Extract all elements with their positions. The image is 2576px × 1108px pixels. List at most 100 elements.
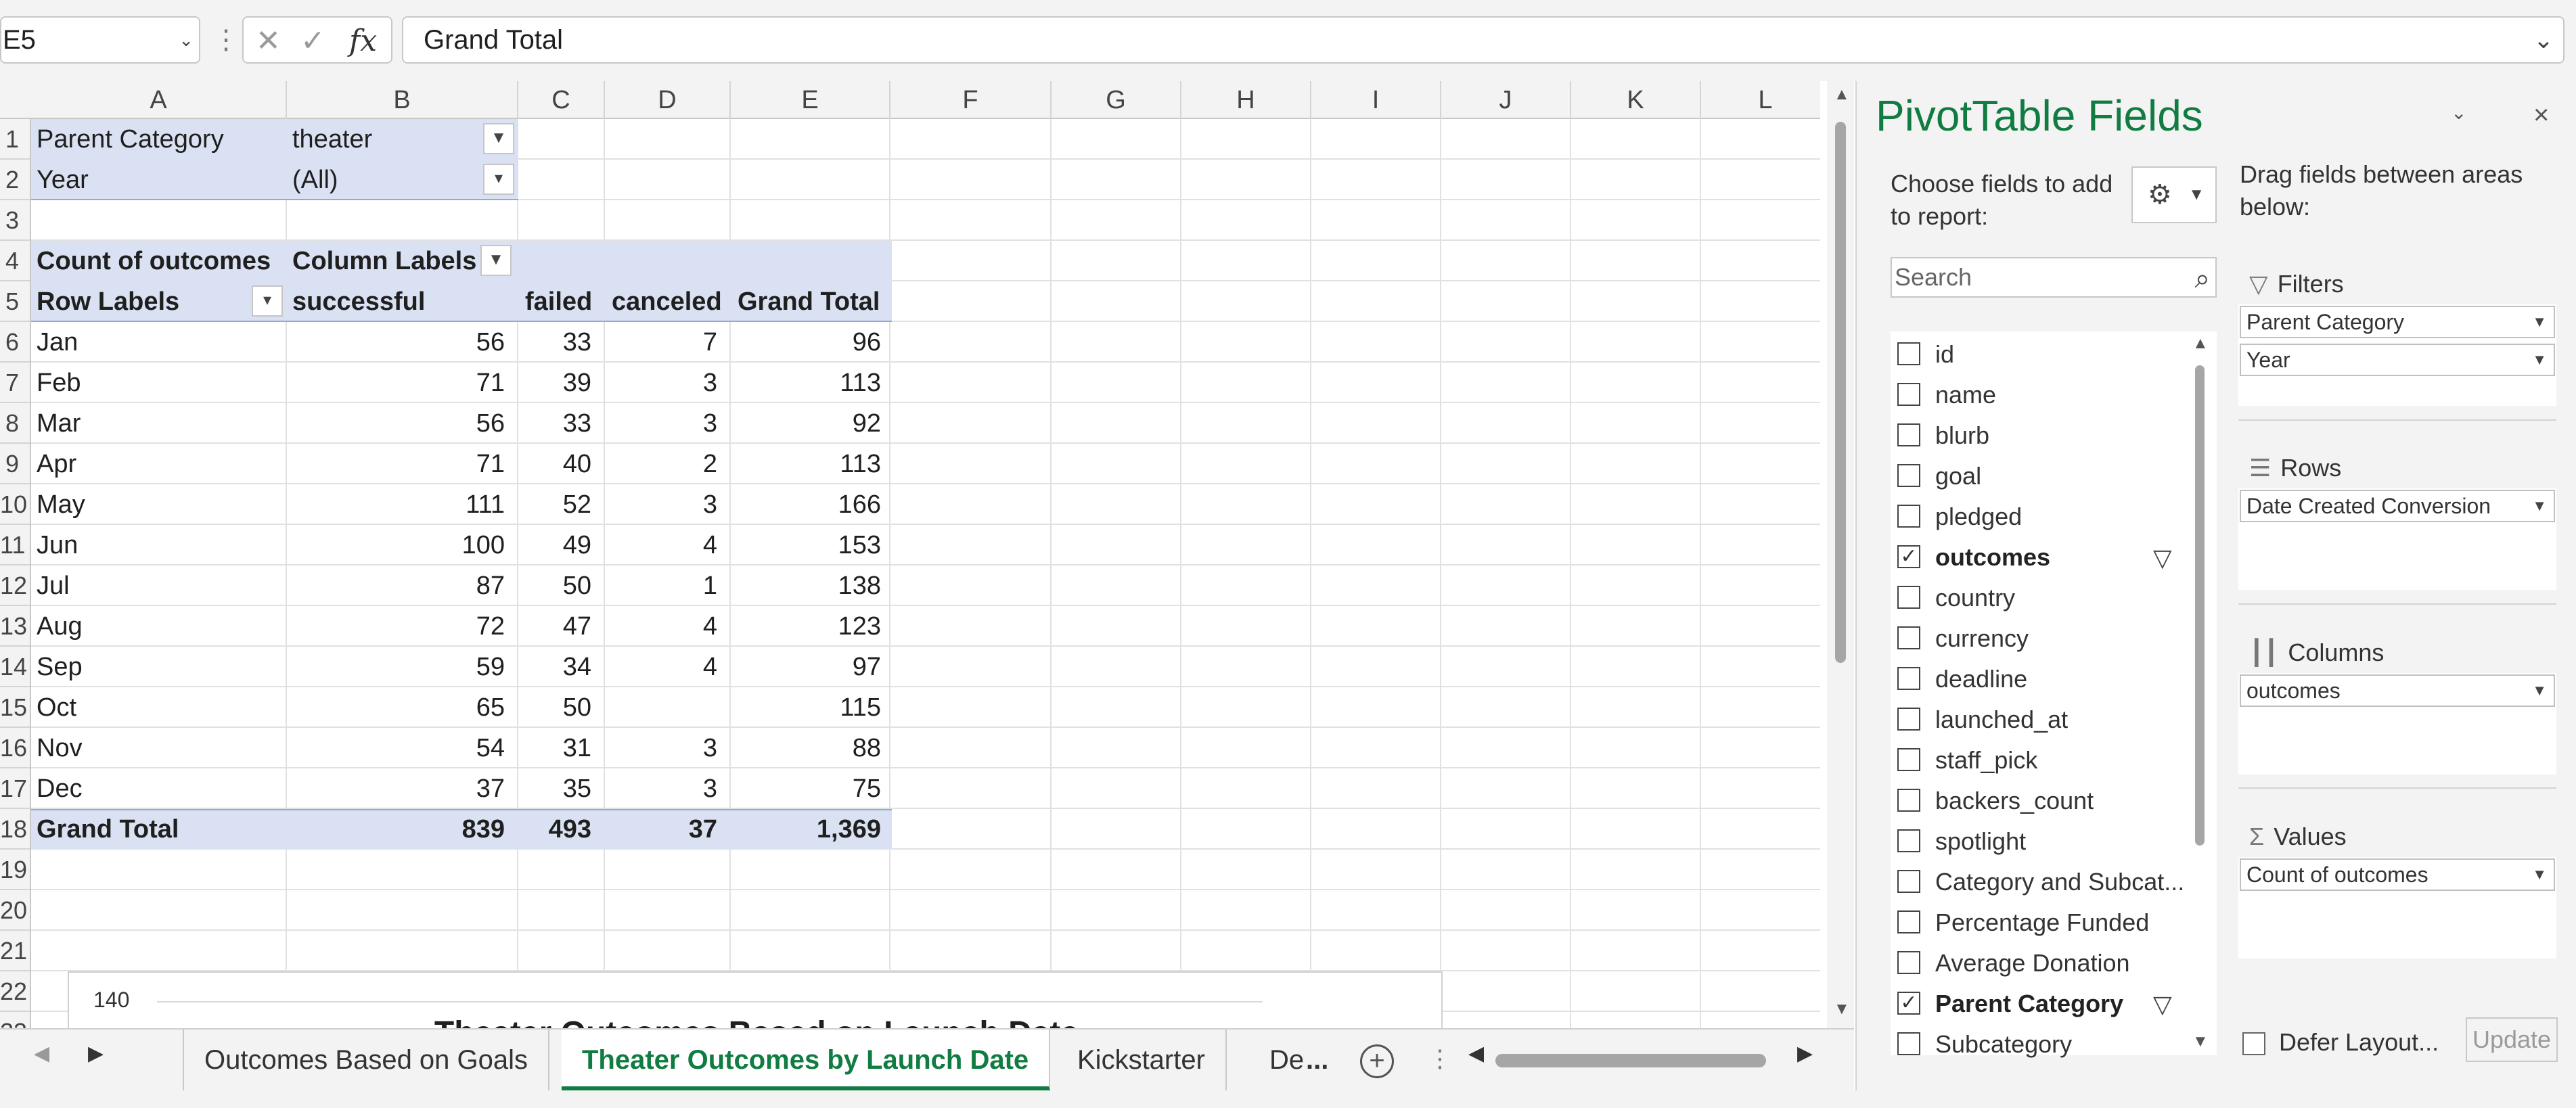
column-header-d[interactable]: D <box>605 81 731 119</box>
field-item[interactable]: spotlight <box>1891 821 2188 862</box>
defer-layout-checkbox[interactable]: Defer Layout... <box>2242 1028 2439 1057</box>
pivot-cell-successful[interactable]: 56 <box>383 403 505 444</box>
checkbox[interactable] <box>1897 667 1920 690</box>
field-search-input[interactable]: Search ⌕ <box>1891 257 2217 298</box>
pivot-cell-grand-total[interactable]: 123 <box>732 606 881 647</box>
row-header-21[interactable]: 21 <box>0 931 30 971</box>
scroll-thumb[interactable] <box>2195 365 2205 846</box>
filter-value-parent-category[interactable]: theater <box>292 119 372 160</box>
pivot-cell-month[interactable]: Jan <box>37 322 280 363</box>
row-header-2[interactable]: 2 <box>0 160 30 200</box>
values-area[interactable]: Σ Values Count of outcomes ▼ <box>2238 816 2556 959</box>
column-header-b[interactable]: B <box>287 81 518 119</box>
checkbox[interactable] <box>1897 870 1920 893</box>
filter-value-year[interactable]: (All) <box>292 160 338 200</box>
pivot-cell-grand-total[interactable]: 113 <box>732 444 881 484</box>
pivot-cell-failed[interactable]: 34 <box>518 647 591 687</box>
pivot-cell-failed[interactable]: 50 <box>518 687 591 728</box>
row-header-3[interactable]: 3 <box>0 200 30 241</box>
pivot-cell-failed[interactable]: 52 <box>518 484 591 525</box>
pivot-cell-month[interactable]: Apr <box>37 444 280 484</box>
value-item-count-of-outcomes[interactable]: Count of outcomes ▼ <box>2240 858 2555 891</box>
chevron-down-icon[interactable]: ▼ <box>2532 676 2547 706</box>
checkbox-checked[interactable]: ✓ <box>1897 992 1920 1015</box>
pivot-cell-month[interactable]: Jul <box>37 565 280 606</box>
more-vertical-icon[interactable]: ⋮ <box>1428 1044 1452 1073</box>
field-item[interactable]: backers_count <box>1891 781 2188 821</box>
scroll-down-icon[interactable]: ▼ <box>1834 1000 1850 1019</box>
field-item[interactable]: currency <box>1891 618 2188 659</box>
pivot-cell-month[interactable]: Oct <box>37 687 280 728</box>
row-header-11[interactable]: 11 <box>0 525 30 565</box>
field-item[interactable]: Category and Subcat... <box>1891 862 2188 902</box>
row-header-16[interactable]: 16 <box>0 728 30 768</box>
add-sheet-icon[interactable]: + <box>1360 1044 1394 1078</box>
pivot-cell-grand-total[interactable]: 88 <box>732 728 881 768</box>
column-header-c[interactable]: C <box>518 81 605 119</box>
column-header-f[interactable]: F <box>890 81 1052 119</box>
checkbox[interactable] <box>1897 342 1920 365</box>
checkbox[interactable] <box>1897 708 1920 731</box>
pivot-cell-month[interactable]: Dec <box>37 768 280 809</box>
scroll-thumb[interactable] <box>1835 122 1846 663</box>
pivot-cell-failed[interactable]: 31 <box>518 728 591 768</box>
pivot-cell-canceled[interactable]: 2 <box>606 444 717 484</box>
chevron-down-icon[interactable]: ▼ <box>2532 491 2547 521</box>
pivot-cell-month[interactable]: May <box>37 484 280 525</box>
checkbox[interactable] <box>2242 1032 2265 1056</box>
checkbox[interactable] <box>1897 505 1920 528</box>
checkbox-checked[interactable]: ✓ <box>1897 545 1920 568</box>
pivot-cell-month[interactable]: Mar <box>37 403 280 444</box>
column-header-i[interactable]: I <box>1311 81 1441 119</box>
field-item[interactable]: ✓ outcomes ▽ <box>1891 537 2188 578</box>
chart[interactable]: 140 Theater Outcomes Based on Launch Dat… <box>68 971 1443 1028</box>
column-header-g[interactable]: G <box>1052 81 1181 119</box>
pivot-cell-month[interactable]: Sep <box>37 647 280 687</box>
field-item[interactable]: deadline <box>1891 659 2188 699</box>
field-item[interactable]: ✓ Parent Category ▽ <box>1891 984 2188 1024</box>
row-header-7[interactable]: 7 <box>0 363 30 403</box>
pivot-cell-grand-total[interactable]: 166 <box>732 484 881 525</box>
worksheet-grid[interactable]: ABCDEFGHIJKL 1 2 3 4 5 6 7 8 9 10 11 12 13 14 15 16 17 18… <box>0 81 1820 1028</box>
checkbox[interactable] <box>1897 951 1920 974</box>
pivot-cell-grand-total[interactable]: 113 <box>732 363 881 403</box>
close-icon[interactable]: × <box>2533 100 2549 131</box>
checkbox[interactable] <box>1897 829 1920 852</box>
expand-formula-icon[interactable]: ⌄ <box>2533 18 2554 62</box>
field-item[interactable]: name <box>1891 375 2188 415</box>
row-header-19[interactable]: 19 <box>0 850 30 890</box>
pivot-cell-canceled[interactable]: 3 <box>606 484 717 525</box>
field-item[interactable]: country <box>1891 578 2188 618</box>
search-icon[interactable]: ⌕ <box>2195 260 2210 298</box>
column-header-k[interactable]: K <box>1571 81 1701 119</box>
row-header-20[interactable]: 20 <box>0 890 30 931</box>
checkbox[interactable] <box>1897 1032 1920 1055</box>
row-header-4[interactable]: 4 <box>0 241 30 281</box>
enter-icon[interactable]: ✓ <box>300 24 325 58</box>
pivot-cell-canceled[interactable]: 4 <box>606 606 717 647</box>
values-drop-zone[interactable]: Count of outcomes ▼ <box>2238 857 2556 959</box>
pivot-cell-month[interactable]: Feb <box>37 363 280 403</box>
filter-icon[interactable]: ▼ <box>483 123 514 154</box>
pivot-cell-grand-total[interactable]: 96 <box>732 322 881 363</box>
checkbox[interactable] <box>1897 464 1920 487</box>
row-header-18[interactable]: 18 <box>0 809 30 850</box>
column-header-h[interactable]: H <box>1181 81 1311 119</box>
pivot-cell-canceled[interactable]: 3 <box>606 768 717 809</box>
row-header-6[interactable]: 6 <box>0 322 30 363</box>
row-header-9[interactable]: 9 <box>0 444 30 484</box>
chevron-down-icon[interactable]: ▾ <box>483 164 514 195</box>
pivot-cell-canceled[interactable]: 4 <box>606 525 717 565</box>
columns-drop-zone[interactable]: outcomes ▼ <box>2238 673 2556 775</box>
chart-title[interactable]: Theater Outcomes Based on Launch Date <box>69 1015 1444 1028</box>
pivot-cell-month[interactable]: Aug <box>37 606 280 647</box>
field-item[interactable]: id <box>1891 334 2188 375</box>
pivot-cell-grand-total[interactable]: 153 <box>732 525 881 565</box>
pivot-cell-failed[interactable]: 49 <box>518 525 591 565</box>
scroll-down-icon[interactable]: ▼ <box>2192 1032 2209 1051</box>
pivot-cell-failed[interactable]: 47 <box>518 606 591 647</box>
checkbox[interactable] <box>1897 586 1920 609</box>
pivot-cell-successful[interactable]: 71 <box>383 363 505 403</box>
field-item[interactable]: launched_at <box>1891 699 2188 740</box>
scroll-up-icon[interactable]: ▲ <box>2192 334 2209 353</box>
